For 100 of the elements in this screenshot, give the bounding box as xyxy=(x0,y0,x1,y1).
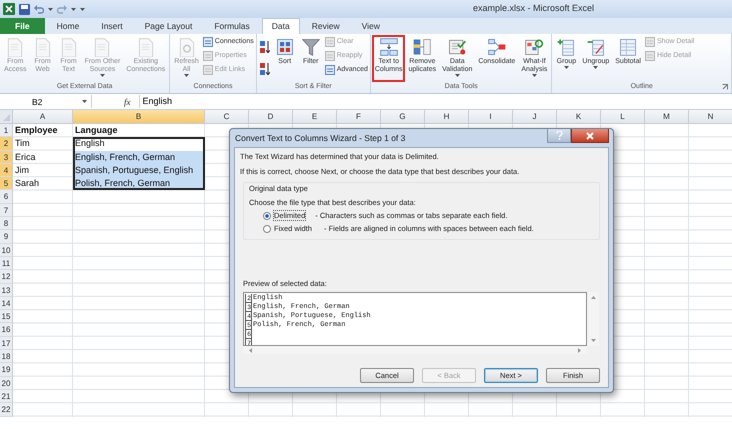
table-cell: Polish, French, German xyxy=(73,177,205,190)
row-header[interactable]: 17 xyxy=(0,336,13,350)
help-button[interactable] xyxy=(547,129,571,143)
column-header[interactable]: L xyxy=(601,110,645,124)
row-header[interactable]: 6 xyxy=(0,190,13,204)
columns-icon xyxy=(378,37,399,57)
sort-button[interactable] xyxy=(258,39,271,55)
sheet-icon xyxy=(644,36,655,46)
row-header[interactable]: 5 xyxy=(0,177,13,190)
column-header[interactable]: C xyxy=(205,110,249,124)
ribbon-tab[interactable]: Review xyxy=(302,18,350,34)
row-header[interactable]: 4 xyxy=(0,164,13,178)
column-header[interactable]: I xyxy=(469,110,513,124)
window-title: example.xlsx - Microsoft Excel xyxy=(473,3,594,13)
sort-icon xyxy=(274,37,295,57)
launcher-icon xyxy=(722,84,728,90)
row-header[interactable]: 20 xyxy=(0,376,13,390)
ribbon-tab[interactable]: Formulas xyxy=(204,18,260,34)
redo-icon xyxy=(57,4,67,14)
scroll-down-icon xyxy=(590,339,596,342)
ribbon-tab[interactable]: Data xyxy=(262,18,300,34)
row-header[interactable]: 11 xyxy=(0,256,13,270)
ribbon-tab[interactable]: Home xyxy=(46,18,90,34)
name-box[interactable]: B2 xyxy=(0,95,92,108)
table-cell: English xyxy=(73,137,205,151)
sheet-icon xyxy=(324,36,335,46)
table-cell-text: Employee xyxy=(14,124,59,137)
column-header[interactable]: H xyxy=(425,110,469,124)
column-header[interactable]: E xyxy=(293,110,337,124)
close-button[interactable] xyxy=(571,129,609,143)
function-button[interactable]: fx xyxy=(92,96,138,106)
sort-icon xyxy=(260,63,270,75)
table-cell: English, French, German xyxy=(73,150,205,164)
column-header[interactable]: J xyxy=(513,110,557,124)
ribbon-tab[interactable]: Page Layout xyxy=(134,18,202,34)
table-cell-text: Language xyxy=(74,124,119,137)
column-header[interactable]: G xyxy=(381,110,425,124)
column-header[interactable]: N xyxy=(689,110,732,124)
column-header[interactable]: B xyxy=(73,110,205,124)
sheet-icon xyxy=(202,36,213,46)
horizontal-scrollbar[interactable] xyxy=(243,346,587,354)
subtotal-icon xyxy=(618,37,638,57)
sheet-icon xyxy=(324,64,335,74)
close-icon xyxy=(586,132,594,140)
row-header[interactable]: 3 xyxy=(0,150,13,164)
row-header[interactable]: 8 xyxy=(0,217,13,230)
row-header[interactable]: 16 xyxy=(0,323,13,337)
row-header[interactable]: 1 xyxy=(0,124,13,138)
row-header[interactable]: 22 xyxy=(0,403,13,417)
row-header[interactable]: 9 xyxy=(0,230,13,244)
sort-button[interactable] xyxy=(258,61,271,77)
group-icon xyxy=(556,37,576,57)
funnel-icon xyxy=(300,37,321,57)
table-cell-text: Erica xyxy=(14,150,37,164)
column-header[interactable]: D xyxy=(249,110,293,124)
row-header[interactable]: 14 xyxy=(0,296,13,310)
ungroup-icon xyxy=(586,37,606,57)
table-cell: Spanish, Portuguese, English xyxy=(73,164,205,178)
validation-icon xyxy=(447,37,468,57)
table-cell-text: Jim xyxy=(14,164,30,177)
formula-field[interactable]: English xyxy=(138,95,732,108)
sheet-icon xyxy=(324,50,335,60)
row-header[interactable]: 2 xyxy=(0,137,13,151)
save-icon xyxy=(19,4,30,14)
column-header[interactable]: F xyxy=(337,110,381,124)
help-icon xyxy=(556,131,562,140)
caret-icon xyxy=(82,100,87,103)
table-cell-text: Sarah xyxy=(14,177,40,190)
table-cell-text: Tim xyxy=(14,137,31,150)
row-header[interactable]: 13 xyxy=(0,284,13,297)
consolidate-icon xyxy=(486,37,507,57)
row-header[interactable]: 10 xyxy=(0,244,13,257)
row-header[interactable]: 12 xyxy=(0,270,13,284)
what-if-icon xyxy=(524,37,544,57)
dialog-title: Convert Text to Columns Wizard - Step 1 of 3 xyxy=(234,133,406,143)
undo-icon xyxy=(34,4,44,14)
ribbon-tab[interactable]: Insert xyxy=(91,18,133,34)
radio-button[interactable] xyxy=(263,224,271,232)
column-header[interactable]: M xyxy=(645,110,689,124)
app-icon xyxy=(3,3,15,15)
radio-button[interactable] xyxy=(263,212,271,220)
column-header[interactable]: K xyxy=(557,110,601,124)
row-header[interactable]: 19 xyxy=(0,363,13,377)
sheet-icon xyxy=(202,64,213,74)
scroll-right-icon xyxy=(578,348,581,352)
ribbon-tab[interactable]: View xyxy=(352,18,390,34)
file-tab[interactable]: File xyxy=(0,18,45,34)
column-header[interactable]: A xyxy=(13,110,73,124)
row-header[interactable]: 18 xyxy=(0,350,13,364)
sheet-icon xyxy=(202,50,213,60)
row-header[interactable]: 7 xyxy=(0,204,13,218)
caret-icon xyxy=(48,8,53,10)
scroll-left-icon xyxy=(249,348,252,352)
table-icon xyxy=(412,37,432,57)
vertical-scrollbar[interactable] xyxy=(587,292,599,346)
sort-icon xyxy=(260,41,270,53)
row-header[interactable]: 15 xyxy=(0,310,13,324)
sheet-icon xyxy=(644,50,655,60)
row-header[interactable]: 21 xyxy=(0,390,13,404)
scroll-up-icon xyxy=(590,296,596,299)
